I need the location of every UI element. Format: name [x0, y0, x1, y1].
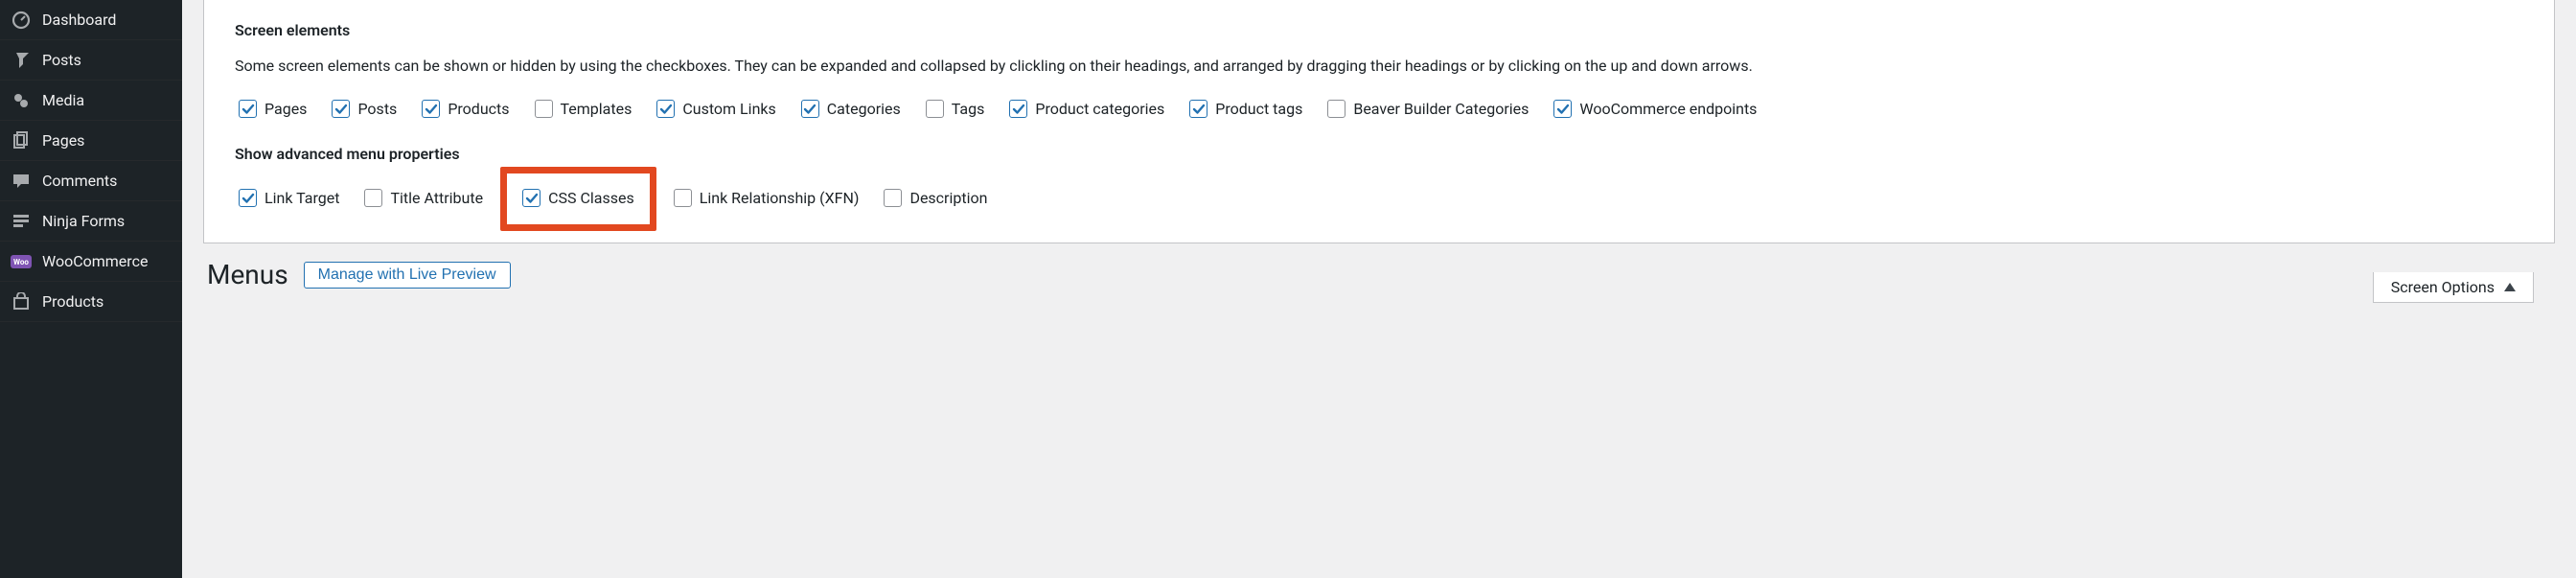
sidebar-item-posts[interactable]: Posts [0, 40, 182, 81]
sidebar-label: WooCommerce [42, 252, 172, 270]
screen-options-tab[interactable]: Screen Options [2373, 272, 2534, 303]
checkbox-label: CSS Classes [548, 189, 634, 207]
screen-elements-checkboxes: Pages Posts Products Templates Custom Links C… [235, 98, 2523, 120]
checkbox-icon [1189, 100, 1208, 118]
media-icon [10, 89, 33, 112]
dashboard-icon [10, 9, 33, 32]
sidebar-label: Pages [42, 131, 172, 150]
checkbox-label: Posts [357, 100, 397, 118]
screen-options-panel: Screen elements Some screen elements can… [203, 0, 2555, 243]
element-checkbox-custom-links[interactable]: Custom Links [653, 98, 779, 120]
chevron-up-icon [2504, 283, 2516, 291]
pin-icon [10, 49, 33, 72]
element-checkbox-categories[interactable]: Categories [797, 98, 905, 120]
advanced-props-heading: Show advanced menu properties [235, 145, 2523, 163]
screen-elements-desc: Some screen elements can be shown or hid… [235, 57, 2523, 75]
checkbox-label: Tags [952, 100, 985, 118]
advanced-checkbox-css-classes[interactable]: CSS Classes [518, 187, 638, 209]
element-checkbox-templates[interactable]: Templates [531, 98, 636, 120]
checkbox-label: Link Relationship (XFN) [700, 189, 860, 207]
checkbox-icon [1009, 100, 1027, 118]
checkbox-icon [1327, 100, 1346, 118]
comment-icon [10, 170, 33, 193]
checkbox-icon [422, 100, 440, 118]
sidebar-item-products[interactable]: Products [0, 282, 182, 322]
checkbox-icon [239, 189, 257, 207]
sidebar-item-pages[interactable]: Pages [0, 121, 182, 161]
checkbox-icon [332, 100, 350, 118]
checkbox-icon [674, 189, 692, 207]
element-checkbox-woocommerce-endpoints[interactable]: WooCommerce endpoints [1550, 98, 1760, 120]
checkbox-label: Custom Links [682, 100, 775, 118]
checkbox-icon [926, 100, 944, 118]
highlight-annotation: CSS Classes [500, 167, 656, 231]
element-checkbox-posts[interactable]: Posts [328, 98, 401, 120]
checkbox-label: WooCommerce endpoints [1579, 100, 1757, 118]
sidebar-item-comments[interactable]: Comments [0, 161, 182, 201]
sidebar-item-woocommerce[interactable]: Woo WooCommerce [0, 242, 182, 282]
admin-sidebar: Dashboard Posts Media Pages Comments Nin… [0, 0, 182, 578]
sidebar-label: Media [42, 91, 172, 109]
checkbox-label: Title Attribute [390, 189, 483, 207]
form-icon [10, 210, 33, 233]
advanced-checkbox-title-attribute[interactable]: Title Attribute [360, 180, 487, 216]
sidebar-item-dashboard[interactable]: Dashboard [0, 0, 182, 40]
checkbox-icon [522, 189, 540, 207]
checkbox-icon [884, 189, 902, 207]
screen-options-tab-label: Screen Options [2391, 278, 2495, 296]
checkbox-label: Templates [561, 100, 632, 118]
advanced-props-checkboxes: Link Target Title Attribute CSS Classes Lin… [235, 180, 2523, 216]
element-checkbox-products[interactable]: Products [418, 98, 513, 120]
checkbox-icon [239, 100, 257, 118]
checkbox-label: Product categories [1035, 100, 1164, 118]
checkbox-icon [656, 100, 675, 118]
sidebar-item-media[interactable]: Media [0, 81, 182, 121]
advanced-checkbox-description[interactable]: Description [880, 180, 991, 216]
checkbox-label: Description [909, 189, 987, 207]
sidebar-label: Dashboard [42, 11, 172, 29]
checkbox-icon [364, 189, 382, 207]
sidebar-label: Posts [42, 51, 172, 69]
element-checkbox-product-categories[interactable]: Product categories [1005, 98, 1168, 120]
checkbox-icon [801, 100, 819, 118]
screen-elements-heading: Screen elements [235, 21, 2523, 39]
element-checkbox-product-tags[interactable]: Product tags [1185, 98, 1306, 120]
element-checkbox-beaver-builder-categories[interactable]: Beaver Builder Categories [1323, 98, 1532, 120]
advanced-checkbox-link-target[interactable]: Link Target [235, 180, 343, 216]
checkbox-label: Products [448, 100, 509, 118]
element-checkbox-pages[interactable]: Pages [235, 98, 310, 120]
sidebar-item-ninja-forms[interactable]: Ninja Forms [0, 201, 182, 242]
checkbox-label: Categories [827, 100, 901, 118]
page-title: Menus [207, 259, 288, 290]
sidebar-label: Products [42, 292, 172, 311]
checkbox-label: Link Target [264, 189, 339, 207]
woocommerce-icon: Woo [10, 250, 33, 273]
advanced-checkbox-link-relationship-xfn-[interactable]: Link Relationship (XFN) [670, 180, 863, 216]
sidebar-label: Ninja Forms [42, 212, 172, 230]
manage-live-preview-button[interactable]: Manage with Live Preview [304, 262, 511, 289]
checkbox-icon [535, 100, 553, 118]
checkbox-label: Product tags [1215, 100, 1302, 118]
products-icon [10, 290, 33, 313]
svg-text:Woo: Woo [13, 258, 29, 266]
checkbox-icon [1553, 100, 1572, 118]
pages-icon [10, 129, 33, 152]
sidebar-label: Comments [42, 172, 172, 190]
page-heading-row: Menus Manage with Live Preview [182, 243, 2576, 290]
main-content: Screen elements Some screen elements can… [182, 0, 2576, 578]
checkbox-label: Pages [264, 100, 307, 118]
checkbox-label: Beaver Builder Categories [1353, 100, 1529, 118]
element-checkbox-tags[interactable]: Tags [922, 98, 989, 120]
